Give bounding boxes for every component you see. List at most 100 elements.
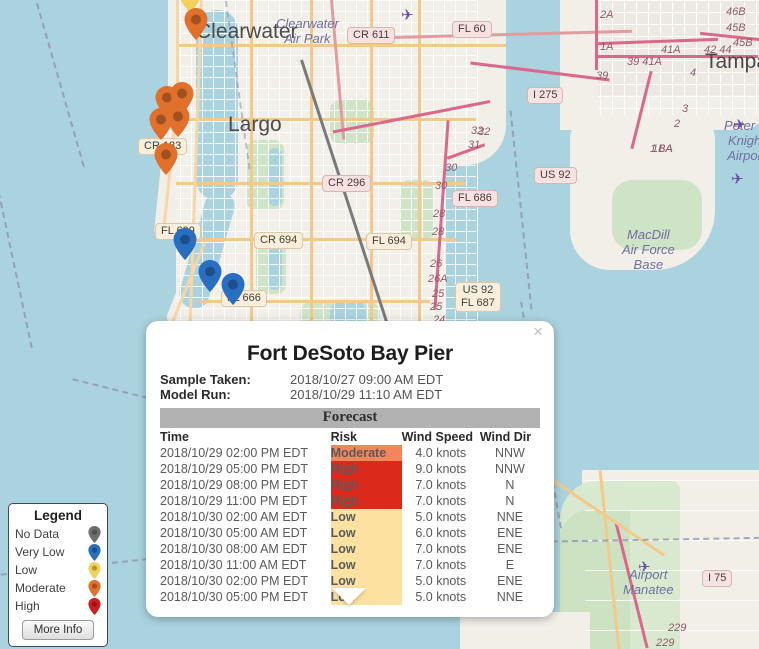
map-road-number: 25 <box>432 288 445 300</box>
map-road-shield: FL 686 <box>452 190 498 207</box>
forecast-wind-speed: 7.0 knots <box>415 478 467 492</box>
road <box>176 118 476 121</box>
map-road-number: 45B <box>733 37 753 49</box>
legend-item-label: Moderate <box>15 581 66 595</box>
legend-panel[interactable]: Legend No Data Very Low Low Moderate High Mo… <box>8 503 108 647</box>
map-road-number: 1A <box>600 41 614 53</box>
column-header-time: Time <box>160 430 189 444</box>
map-road-shield: US 92 FL 687 <box>455 282 501 312</box>
map-marker[interactable] <box>166 105 190 137</box>
map-road-number: 1BA <box>652 143 673 155</box>
forecast-wind-dir: NNW <box>494 446 525 460</box>
forecast-row: 2018/10/29 05:00 PM EDT High 9.0 knots NNW <box>160 461 540 477</box>
forecast-wind-speed: 7.0 knots <box>415 542 467 556</box>
map-road-shield: I 75 <box>702 570 733 587</box>
road <box>176 44 506 47</box>
forecast-wind-dir: ENE <box>497 526 523 540</box>
forecast-time: 2018/10/30 08:00 AM EDT <box>160 542 308 556</box>
map-marker[interactable] <box>154 143 178 175</box>
map-road-number: 26 <box>430 258 443 270</box>
map-road-number: 30 <box>435 180 448 192</box>
forecast-wind-dir: N <box>505 494 515 508</box>
legend-item-label: Low <box>15 563 38 577</box>
forecast-row: 2018/10/29 08:00 PM EDT High 7.0 knots N <box>160 477 540 493</box>
forecast-wind-speed: 5.0 knots <box>415 510 467 524</box>
map-road-number: 26A <box>428 273 448 285</box>
forecast-row: 2018/10/30 02:00 PM EDT Low 5.0 knots ENE <box>160 573 540 589</box>
more-info-button[interactable]: More Info <box>21 620 95 640</box>
legend-item-label: High <box>15 599 40 613</box>
forecast-row: 2018/10/30 11:00 AM EDT Low 7.0 knots E <box>160 557 540 573</box>
forecast-wind-speed: 7.0 knots <box>415 558 467 572</box>
map-road-number: 28 <box>432 226 445 238</box>
popup-title: Fort DeSoto Bay Pier <box>246 342 454 365</box>
forecast-time: 2018/10/29 11:00 PM EDT <box>160 494 308 508</box>
map-road-number: 229 <box>668 622 687 634</box>
map-marker[interactable] <box>198 260 222 292</box>
legend-item-label: Very Low <box>15 545 65 559</box>
forecast-wind-dir: N <box>505 478 515 492</box>
map-airport-label: MacDill Air Force Base <box>622 227 675 272</box>
map-road-shield: FL 60 <box>452 21 492 38</box>
forecast-section-header: Forecast <box>160 408 540 428</box>
forecast-wind-speed: 5.0 knots <box>415 574 467 588</box>
close-icon[interactable]: × <box>533 323 543 340</box>
county-boundary <box>0 151 33 349</box>
model-run-value: 2018/10/29 11:10 AM EDT <box>290 387 443 402</box>
map-road-shield: CR 296 <box>322 175 372 192</box>
airport-icon: ✈ <box>401 7 414 24</box>
legend-item: No Data <box>15 525 101 543</box>
map-pin-icon <box>88 525 101 543</box>
station-info-popup[interactable]: × Fort DeSoto Bay Pier Sample Taken: 201… <box>146 321 554 617</box>
map-road-number: 3 <box>682 103 689 115</box>
sample-taken-label: Sample Taken: <box>160 372 251 387</box>
map-road-number: 31 <box>468 139 481 151</box>
legend-item: Very Low <box>15 543 101 561</box>
map-road-number: 25 <box>430 301 443 313</box>
map-pin-icon <box>88 561 101 579</box>
forecast-wind-dir: ENE <box>497 542 523 556</box>
column-header-wind-speed: Wind Speed <box>401 430 474 444</box>
map-road-number: 2 <box>674 118 681 130</box>
forecast-wind-dir: NNE <box>496 590 524 604</box>
legend-item: High <box>15 597 101 615</box>
forecast-risk: High <box>330 493 402 509</box>
map-airport-label: Clearwater Air Park <box>276 16 339 46</box>
forecast-time: 2018/10/30 02:00 PM EDT <box>160 574 309 588</box>
sample-taken-value: 2018/10/27 09:00 AM EDT <box>290 372 444 387</box>
model-run-label: Model Run: <box>160 387 231 402</box>
highway <box>595 0 598 70</box>
forecast-wind-dir: NNE <box>496 510 524 524</box>
map-road-number: 28 <box>433 208 446 220</box>
map-pin-icon <box>88 579 101 597</box>
legend-item: Moderate <box>15 579 101 597</box>
column-header-risk: Risk <box>330 430 357 444</box>
map-marker[interactable] <box>173 228 197 260</box>
map-road-number: 229 <box>656 637 675 649</box>
county-boundary <box>33 0 85 167</box>
map-road-number: 41A <box>661 44 681 56</box>
county-boundary <box>509 110 533 310</box>
forecast-risk: High <box>330 461 402 477</box>
map-road-number: 45B <box>726 22 746 34</box>
map-road-number: 39 41A <box>627 56 662 68</box>
map-place-label: Largo <box>228 113 282 136</box>
forecast-risk: Low <box>330 509 402 525</box>
forecast-risk: Low <box>330 573 402 589</box>
popup-pointer-tail <box>332 588 366 605</box>
map-road-number: 30 <box>445 162 458 174</box>
forecast-row: 2018/10/29 02:00 PM EDT Moderate 4.0 knots… <box>160 445 540 461</box>
forecast-row: 2018/10/29 11:00 PM EDT High 7.0 knots N <box>160 493 540 509</box>
forecast-wind-dir: E <box>505 558 515 572</box>
forecast-wind-dir: ENE <box>497 574 523 588</box>
map-marker[interactable] <box>184 8 208 40</box>
road <box>176 238 456 241</box>
map-road-number: 32 <box>471 125 484 137</box>
legend-item-label: No Data <box>15 527 60 541</box>
map-road-shield: FL 694 <box>366 233 412 250</box>
sample-taken-row: Sample Taken: 2018/10/27 09:00 AM EDT <box>160 372 540 387</box>
forecast-table-header-row: Time Risk Wind Speed Wind Dir <box>160 428 540 445</box>
airport-icon: ✈ <box>731 171 744 188</box>
forecast-risk: Low <box>330 541 402 557</box>
map-marker[interactable] <box>221 273 245 305</box>
